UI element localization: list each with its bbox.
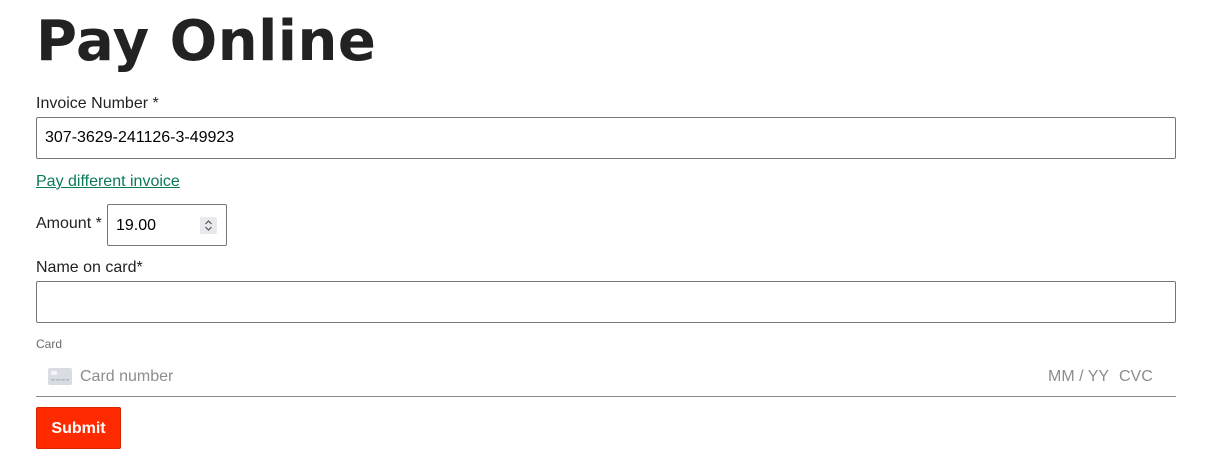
spinner-arrows-icon <box>205 220 212 231</box>
card-element[interactable]: Card number MM / YY CVC <box>36 356 1176 397</box>
amount-value: 19.00 <box>116 217 157 234</box>
amount-spinner[interactable] <box>200 217 217 234</box>
card-expiry-input[interactable]: MM / YY <box>1048 367 1109 387</box>
credit-card-icon <box>48 368 72 385</box>
invoice-number-input[interactable]: 307-3629-241126-3-49923 <box>36 117 1176 159</box>
amount-label: Amount * <box>36 215 102 232</box>
name-on-card-input[interactable] <box>36 281 1176 323</box>
name-on-card-label: Name on card* <box>36 259 143 276</box>
invoice-number-label: Invoice Number * <box>36 95 159 112</box>
page-title: Pay Online <box>36 9 377 74</box>
submit-button[interactable]: Submit <box>36 407 121 449</box>
card-cvc-input[interactable]: CVC <box>1119 367 1153 387</box>
pay-different-invoice-link[interactable]: Pay different invoice <box>36 172 180 192</box>
pay-online-page: Pay Online Invoice Number * 307-3629-241… <box>0 0 1211 462</box>
amount-input[interactable]: 19.00 <box>107 204 227 246</box>
card-label: Card <box>36 337 63 351</box>
invoice-number-value: 307-3629-241126-3-49923 <box>45 129 235 146</box>
card-number-input[interactable]: Card number <box>80 367 173 387</box>
